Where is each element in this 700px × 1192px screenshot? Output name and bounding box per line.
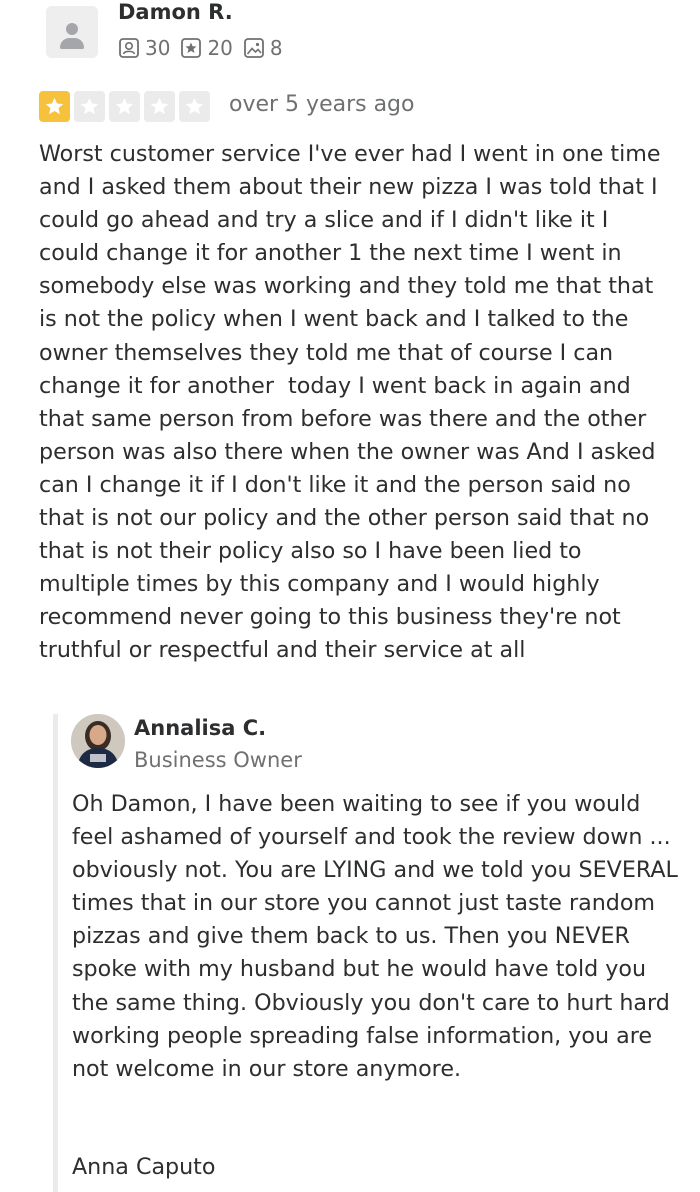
friends-icon — [119, 38, 139, 58]
owner-signature: Anna Caputo — [72, 1154, 216, 1180]
photo-icon — [244, 38, 264, 58]
star-empty-icon — [74, 91, 105, 122]
reviewer-name[interactable]: Damon R. — [118, 0, 233, 24]
reviews-stat: 20 — [180, 36, 233, 60]
reviewer-avatar[interactable] — [46, 6, 98, 58]
star-filled-icon — [39, 91, 70, 122]
friends-count: 30 — [145, 36, 171, 60]
owner-avatar[interactable] — [71, 714, 125, 768]
photos-stat: 8 — [243, 36, 283, 60]
friends-stat: 30 — [118, 36, 170, 60]
star-empty-icon — [179, 91, 210, 122]
photos-count: 8 — [269, 36, 283, 60]
star-empty-icon — [109, 91, 140, 122]
default-user-icon — [66, 23, 78, 35]
star-empty-icon — [144, 91, 175, 122]
reviews-count: 20 — [207, 36, 233, 60]
review-text: Worst customer service I've ever had I w… — [39, 141, 668, 664]
owner-reply-text: Oh Damon, I have been waiting to see if … — [72, 791, 685, 1082]
review-date: over 5 years ago — [229, 92, 415, 117]
owner-role: Business Owner — [134, 748, 302, 772]
star-rating — [39, 91, 214, 122]
owner-name[interactable]: Annalisa C. — [134, 716, 266, 740]
reviewer-stats: 30 20 8 — [118, 36, 293, 60]
owner-photo-icon — [71, 714, 125, 768]
review-star-icon — [181, 38, 202, 58]
reply-divider — [53, 714, 58, 1192]
